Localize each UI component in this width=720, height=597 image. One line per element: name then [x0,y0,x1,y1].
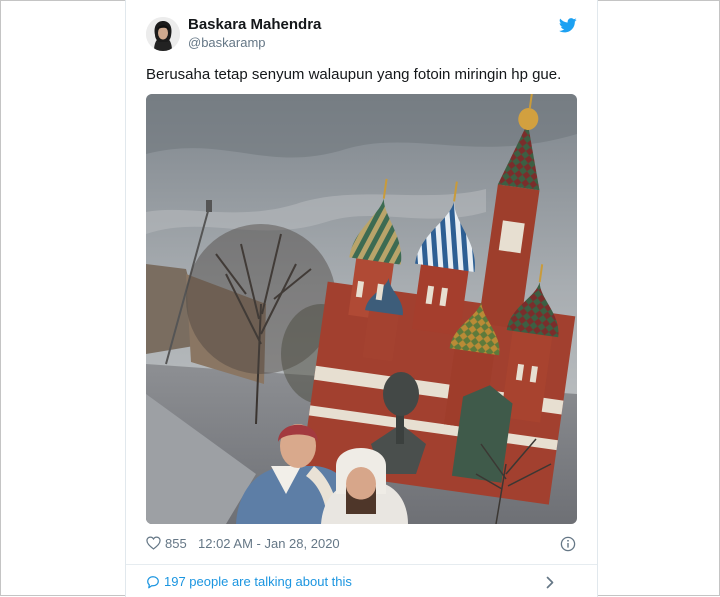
tweet-meta-row: 855 12:02 AM - Jan 28, 2020 [146,535,577,553]
avatar[interactable] [146,17,180,51]
user-handle[interactable]: @baskaramp [188,35,266,50]
avatar-image [146,17,180,51]
tweet-photo[interactable] [146,94,577,524]
conversation-count-text: 197 people are talking about this [164,574,352,589]
speech-bubble-icon [147,576,159,589]
chevron-right-icon[interactable] [545,576,555,589]
heart-icon [146,536,161,550]
info-icon[interactable] [560,536,576,552]
tweet-timestamp[interactable]: 12:02 AM - Jan 28, 2020 [198,536,340,551]
divider [126,564,597,565]
like-count: 855 [165,536,187,551]
display-name[interactable]: Baskara Mahendra [188,16,321,33]
conversation-link[interactable]: 197 people are talking about this [146,574,577,590]
tweet-text: Berusaha tetap senyum walaupun yang foto… [146,66,562,83]
twitter-bird-icon[interactable] [559,18,577,33]
embedded-tweet-card: Baskara Mahendra @baskaramp Berusaha tet… [125,0,598,597]
photo-illustration [146,94,577,524]
